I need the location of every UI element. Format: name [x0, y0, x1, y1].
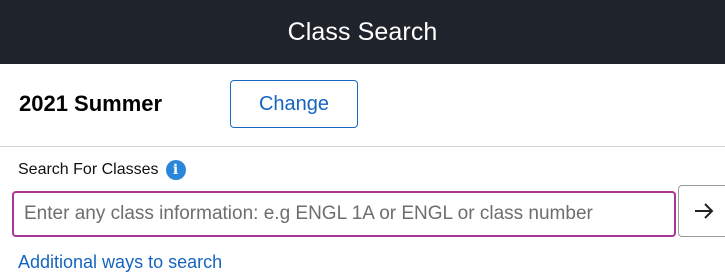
term-label: 2021 Summer	[19, 91, 163, 116]
info-icon[interactable]: i	[165, 160, 186, 180]
change-term-button[interactable]: Change	[230, 80, 358, 128]
class-search-input[interactable]	[12, 191, 676, 237]
page-header: Class Search	[0, 0, 725, 64]
term-row: 2021 Summer Change	[0, 64, 725, 147]
search-for-classes-label: Search For Classes	[18, 161, 159, 178]
arrow-right-icon	[695, 203, 714, 219]
page-title: Class Search	[287, 17, 438, 46]
search-submit-button[interactable]	[678, 185, 725, 237]
search-label-row: Search For Classes i	[18, 160, 186, 180]
